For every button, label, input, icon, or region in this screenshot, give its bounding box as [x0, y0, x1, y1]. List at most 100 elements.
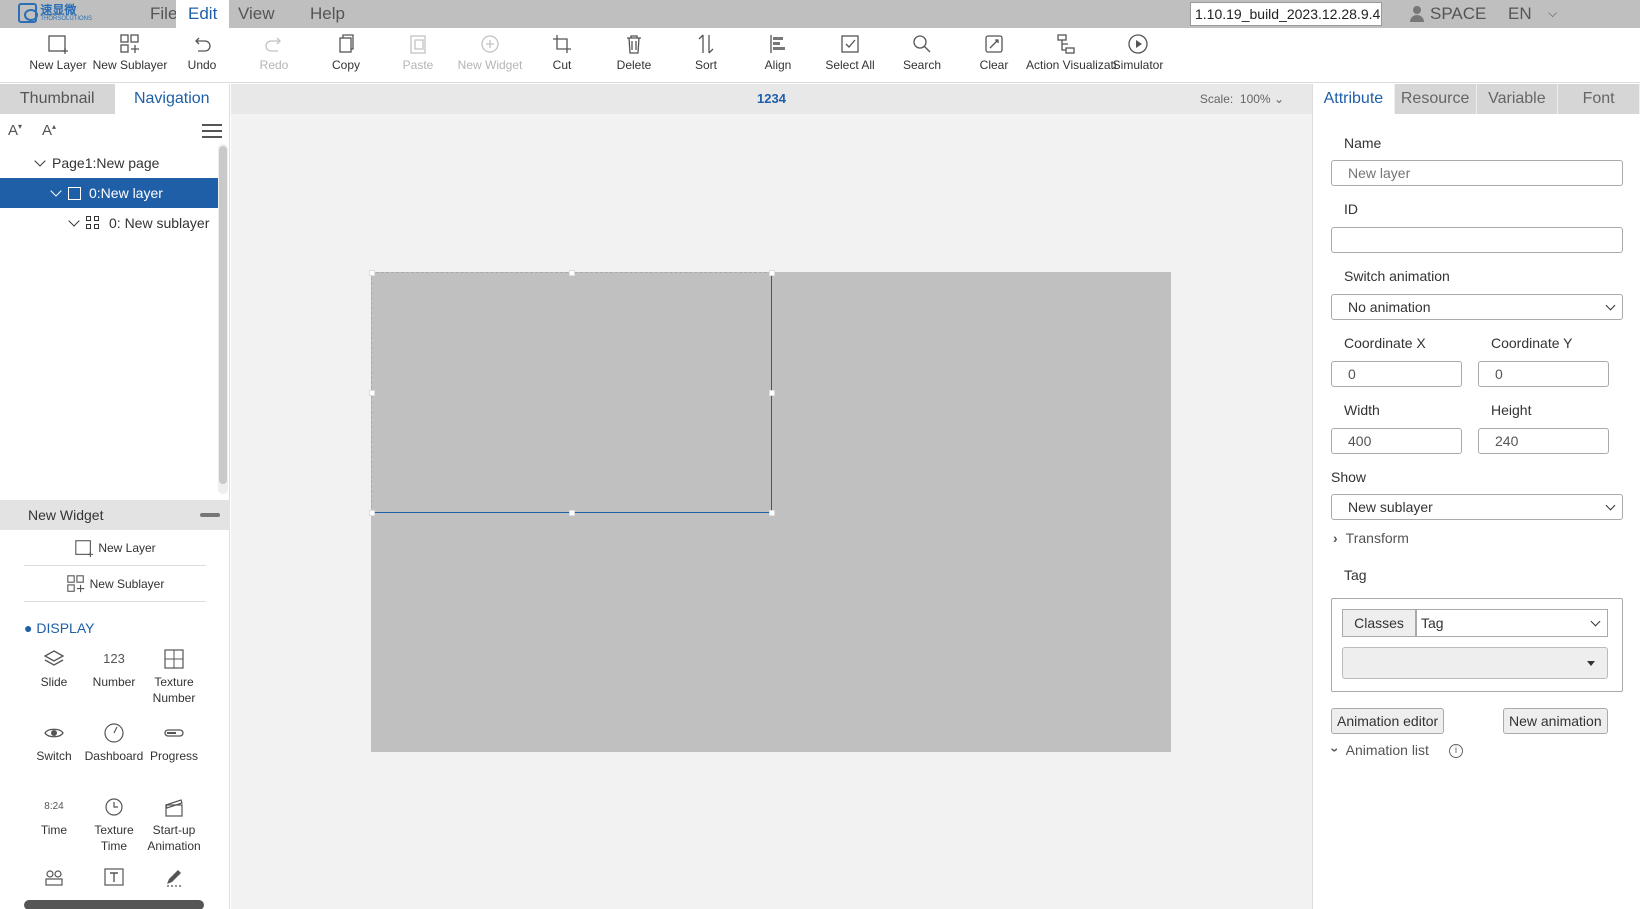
new-layer-button[interactable]: New Layer	[18, 30, 98, 80]
resize-handle[interactable]	[769, 510, 775, 516]
new-widget-button[interactable]: New Widget	[450, 30, 530, 80]
delete-button[interactable]: Delete	[594, 30, 674, 80]
widget-progress[interactable]: Progress	[144, 718, 204, 764]
right-tabs: Attribute Resource Variable Font	[1313, 84, 1640, 114]
align-icon	[738, 30, 818, 58]
menu-view[interactable]: View	[226, 0, 287, 28]
widget-label: Progress	[149, 749, 199, 763]
animation-list-label: Animation list	[1345, 742, 1429, 758]
height-input[interactable]	[1478, 428, 1609, 454]
chevron-down-icon[interactable]	[34, 155, 46, 167]
page-stage[interactable]	[369, 270, 1171, 752]
name-input[interactable]	[1331, 160, 1623, 186]
menu-help[interactable]: Help	[298, 0, 357, 28]
sort-button[interactable]: Sort	[666, 30, 746, 80]
tree-item-label: 0: New sublayer	[109, 215, 210, 231]
redo-button[interactable]: Redo	[234, 30, 314, 80]
user-menu[interactable]: SPACE	[1410, 0, 1486, 28]
resize-handle[interactable]	[369, 270, 375, 276]
resize-handle[interactable]	[769, 270, 775, 276]
widget-time[interactable]: 8:24 Time	[24, 792, 84, 838]
new-sublayer-button[interactable]: New Sublayer	[90, 30, 170, 80]
classes-button[interactable]: Classes	[1342, 609, 1416, 637]
language-selector[interactable]: EN	[1508, 0, 1532, 28]
right-panel: Attribute Resource Variable Font Name ID…	[1312, 84, 1640, 909]
tab-font[interactable]: Font	[1558, 84, 1640, 114]
selected-layer[interactable]	[369, 270, 775, 516]
cut-button[interactable]: Cut	[522, 30, 602, 80]
resize-handle[interactable]	[769, 390, 775, 396]
tab-resource[interactable]: Resource	[1395, 84, 1477, 114]
chevron-down-icon[interactable]	[50, 185, 62, 197]
align-button[interactable]: Align	[738, 30, 818, 80]
widget-text[interactable]	[84, 862, 144, 892]
scale-control[interactable]: Scale: 100% ⌄	[1200, 92, 1284, 106]
widget-new-layer-button[interactable]: New Layer	[24, 530, 206, 566]
undo-button[interactable]: Undo	[162, 30, 242, 80]
widget-startup-animation[interactable]: Start-up Animation	[144, 792, 204, 854]
resize-handle[interactable]	[569, 270, 575, 276]
switch-animation-label: Switch animation	[1344, 268, 1450, 284]
tab-variable[interactable]: Variable	[1477, 84, 1559, 114]
widget-scrollbar[interactable]	[24, 900, 204, 909]
coordinate-y-input[interactable]	[1478, 361, 1609, 387]
show-select[interactable]: New sublayer	[1331, 494, 1623, 520]
widget-new-sublayer-button[interactable]: New Sublayer	[24, 566, 206, 602]
tag-select[interactable]: Tag	[1416, 609, 1608, 637]
new-animation-button[interactable]: New animation	[1503, 708, 1608, 734]
widget-number[interactable]: 123 Number	[84, 644, 144, 690]
widget-switch[interactable]: Switch	[24, 718, 84, 764]
select-all-button[interactable]: Select All	[810, 30, 890, 80]
coordinate-x-input[interactable]	[1331, 361, 1462, 387]
tree-item-layer[interactable]: 0:New layer	[0, 178, 218, 208]
chevron-down-icon[interactable]	[68, 215, 80, 227]
scale-value: 100%	[1239, 92, 1271, 106]
progress-icon	[144, 718, 204, 748]
clear-button[interactable]: Clear	[954, 30, 1034, 80]
widget-texture-time[interactable]: Texture Time	[84, 792, 144, 854]
tab-attribute[interactable]: Attribute	[1313, 84, 1395, 114]
tab-navigation[interactable]: Navigation	[114, 84, 229, 114]
new-widget-header: New Widget	[0, 500, 230, 530]
tag-panel: Classes Tag	[1331, 598, 1623, 692]
tree-scrollbar[interactable]	[218, 144, 228, 494]
align-label: Align	[764, 58, 792, 72]
redo-icon	[234, 30, 314, 58]
widget-dashboard[interactable]: Dashboard	[84, 718, 144, 764]
id-input[interactable]	[1331, 227, 1623, 253]
new-layer-label: New Layer	[29, 58, 87, 72]
animation-list-expander[interactable]: › Animation list	[1327, 742, 1429, 758]
resize-handle[interactable]	[369, 510, 375, 516]
menu-edit[interactable]: Edit	[176, 0, 230, 28]
widget-group[interactable]	[24, 862, 84, 892]
resize-handle[interactable]	[369, 390, 375, 396]
tab-thumbnail[interactable]: Thumbnail	[0, 84, 115, 114]
chevron-right-icon: ›	[1333, 530, 1338, 546]
display-section-label: ● DISPLAY	[24, 620, 95, 636]
widget-slide[interactable]: Slide	[24, 644, 84, 690]
widget-draw[interactable]	[144, 862, 204, 892]
simulator-button[interactable]: Simulator	[1098, 30, 1178, 80]
tag-label: Tag	[1344, 567, 1367, 583]
decrease-font-button[interactable]: A▾	[8, 122, 22, 139]
tree-item-sublayer[interactable]: 0: New sublayer	[0, 208, 218, 238]
tag-value-select[interactable]	[1342, 647, 1608, 679]
animation-editor-button[interactable]: Animation editor	[1331, 708, 1445, 734]
tree-item-page[interactable]: Page1:New page	[0, 148, 218, 178]
transform-expander[interactable]: › Transform	[1333, 530, 1409, 546]
switch-animation-select[interactable]: No animation	[1331, 294, 1623, 320]
menu-icon[interactable]	[202, 124, 222, 138]
new-widget-label: New Widget	[457, 58, 523, 72]
width-input[interactable]	[1331, 428, 1462, 454]
paste-button[interactable]: Paste	[378, 30, 458, 80]
minimize-icon[interactable]	[200, 513, 220, 517]
increase-font-button[interactable]: A▴	[42, 122, 56, 139]
eye-icon	[24, 718, 84, 748]
chevron-down-icon[interactable]: ⌵	[1548, 6, 1557, 21]
copy-button[interactable]: Copy	[306, 30, 386, 80]
info-icon[interactable]: i	[1449, 744, 1463, 758]
action-visualization-button[interactable]: Action Visualizati	[1026, 30, 1117, 80]
search-button[interactable]: Search	[882, 30, 962, 80]
resize-handle[interactable]	[569, 510, 575, 516]
widget-texture-number[interactable]: Texture Number	[144, 644, 204, 706]
